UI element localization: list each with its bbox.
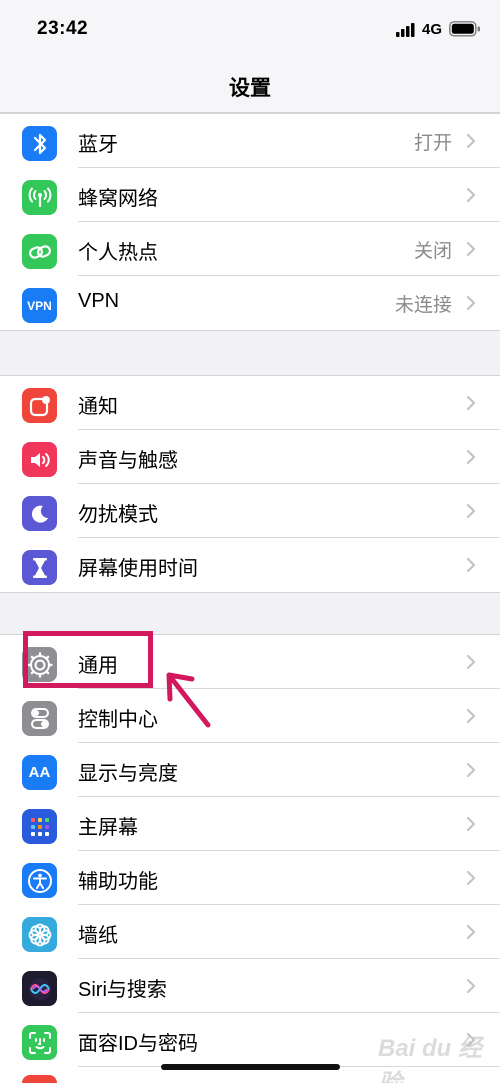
row-hotspot[interactable]: 个人热点 关闭 bbox=[0, 222, 500, 276]
settings-group-notifications: 通知 声音与触感 勿扰模式 屏幕使用时间 bbox=[0, 375, 500, 593]
display-icon: AA bbox=[22, 755, 57, 790]
row-display-brightness[interactable]: AA 显示与亮度 bbox=[0, 743, 500, 797]
arrow-annotation-icon bbox=[166, 672, 211, 728]
faceid-icon bbox=[22, 1025, 57, 1060]
row-label: 显示与亮度 bbox=[78, 763, 178, 785]
row-wallpaper[interactable]: 墙纸 bbox=[0, 905, 500, 959]
vpn-icon: VPN bbox=[22, 288, 57, 323]
chevron-right-icon bbox=[466, 708, 476, 724]
row-label: 通知 bbox=[78, 396, 118, 418]
chevron-right-icon bbox=[466, 133, 476, 149]
network-type: 4G bbox=[422, 21, 443, 38]
row-cellular[interactable]: 蜂窝网络 bbox=[0, 168, 500, 222]
chevron-right-icon bbox=[466, 654, 476, 670]
chevron-right-icon bbox=[466, 924, 476, 940]
row-value: 未连接 bbox=[394, 295, 452, 316]
row-label: 蓝牙 bbox=[78, 134, 118, 156]
chevron-right-icon bbox=[466, 395, 476, 411]
row-accessibility[interactable]: 辅助功能 bbox=[0, 851, 500, 905]
highlight-box bbox=[23, 631, 153, 688]
row-label: 屏幕使用时间 bbox=[78, 558, 198, 580]
notifications-icon bbox=[22, 388, 57, 423]
chevron-right-icon bbox=[466, 187, 476, 203]
row-do-not-disturb[interactable]: 勿扰模式 bbox=[0, 484, 500, 538]
display-icon-text: AA bbox=[28, 764, 51, 781]
hotspot-icon bbox=[22, 234, 57, 269]
row-notifications[interactable]: 通知 bbox=[0, 376, 500, 430]
status-bar: 23:42 4G bbox=[0, 0, 500, 62]
nav-bar: 设置 bbox=[0, 62, 500, 113]
row-control-center[interactable]: 控制中心 bbox=[0, 689, 500, 743]
row-value: 关闭 bbox=[413, 241, 452, 262]
accessibility-icon bbox=[22, 863, 57, 898]
row-value: 打开 bbox=[413, 133, 452, 154]
chevron-right-icon bbox=[466, 449, 476, 465]
row-label: 声音与触感 bbox=[78, 450, 178, 472]
signal-icon bbox=[396, 23, 415, 37]
row-label: 个人热点 bbox=[78, 242, 158, 264]
hourglass-icon bbox=[22, 550, 57, 585]
row-siri-search[interactable]: Siri与搜索 bbox=[0, 959, 500, 1013]
wallpaper-icon bbox=[22, 917, 57, 952]
moon-icon bbox=[22, 496, 57, 531]
chevron-right-icon bbox=[466, 557, 476, 573]
chevron-right-icon bbox=[466, 295, 476, 311]
row-label: 控制中心 bbox=[78, 709, 158, 731]
bluetooth-icon bbox=[22, 126, 57, 161]
chevron-right-icon bbox=[466, 816, 476, 832]
sound-icon bbox=[22, 442, 57, 477]
chevron-right-icon bbox=[466, 503, 476, 519]
row-bluetooth[interactable]: 蓝牙 打开 bbox=[0, 114, 500, 168]
battery-icon bbox=[449, 21, 480, 37]
row-label: VPN bbox=[78, 290, 120, 312]
row-label: 勿扰模式 bbox=[78, 504, 158, 526]
home-indicator[interactable] bbox=[161, 1064, 340, 1070]
settings-group-general: 通用 控制中心 AA 显示与亮度 主屏幕 辅助功能 墙纸 Siri与搜索 面容I… bbox=[0, 634, 500, 1083]
chevron-right-icon bbox=[466, 870, 476, 886]
row-label: 辅助功能 bbox=[78, 871, 158, 893]
home-screen-icon bbox=[22, 809, 57, 844]
row-label: 面容ID与密码 bbox=[78, 1033, 198, 1055]
vpn-icon-text: VPN bbox=[27, 298, 52, 313]
row-label: 墙纸 bbox=[78, 925, 118, 947]
page-title: 设置 bbox=[229, 77, 271, 100]
row-screen-time[interactable]: 屏幕使用时间 bbox=[0, 538, 500, 592]
chevron-right-icon bbox=[466, 978, 476, 994]
row-label: 蜂窝网络 bbox=[78, 188, 158, 210]
row-vpn[interactable]: VPN VPN 未连接 bbox=[0, 276, 500, 330]
cellular-icon bbox=[22, 180, 57, 215]
siri-icon bbox=[22, 971, 57, 1006]
partial-row-icon bbox=[22, 1075, 57, 1083]
row-label: Siri与搜索 bbox=[78, 979, 167, 1001]
settings-group-connectivity: 蓝牙 打开 蜂窝网络 个人热点 关闭 VPN VPN 未连接 bbox=[0, 113, 500, 331]
row-sounds[interactable]: 声音与触感 bbox=[0, 430, 500, 484]
chevron-right-icon bbox=[466, 241, 476, 257]
switches-icon bbox=[22, 701, 57, 736]
row-label: 主屏幕 bbox=[78, 817, 138, 839]
chevron-right-icon bbox=[466, 762, 476, 778]
row-home-screen[interactable]: 主屏幕 bbox=[0, 797, 500, 851]
watermark: Bai du 经验 bbox=[378, 1035, 483, 1083]
status-time: 23:42 bbox=[37, 18, 89, 39]
